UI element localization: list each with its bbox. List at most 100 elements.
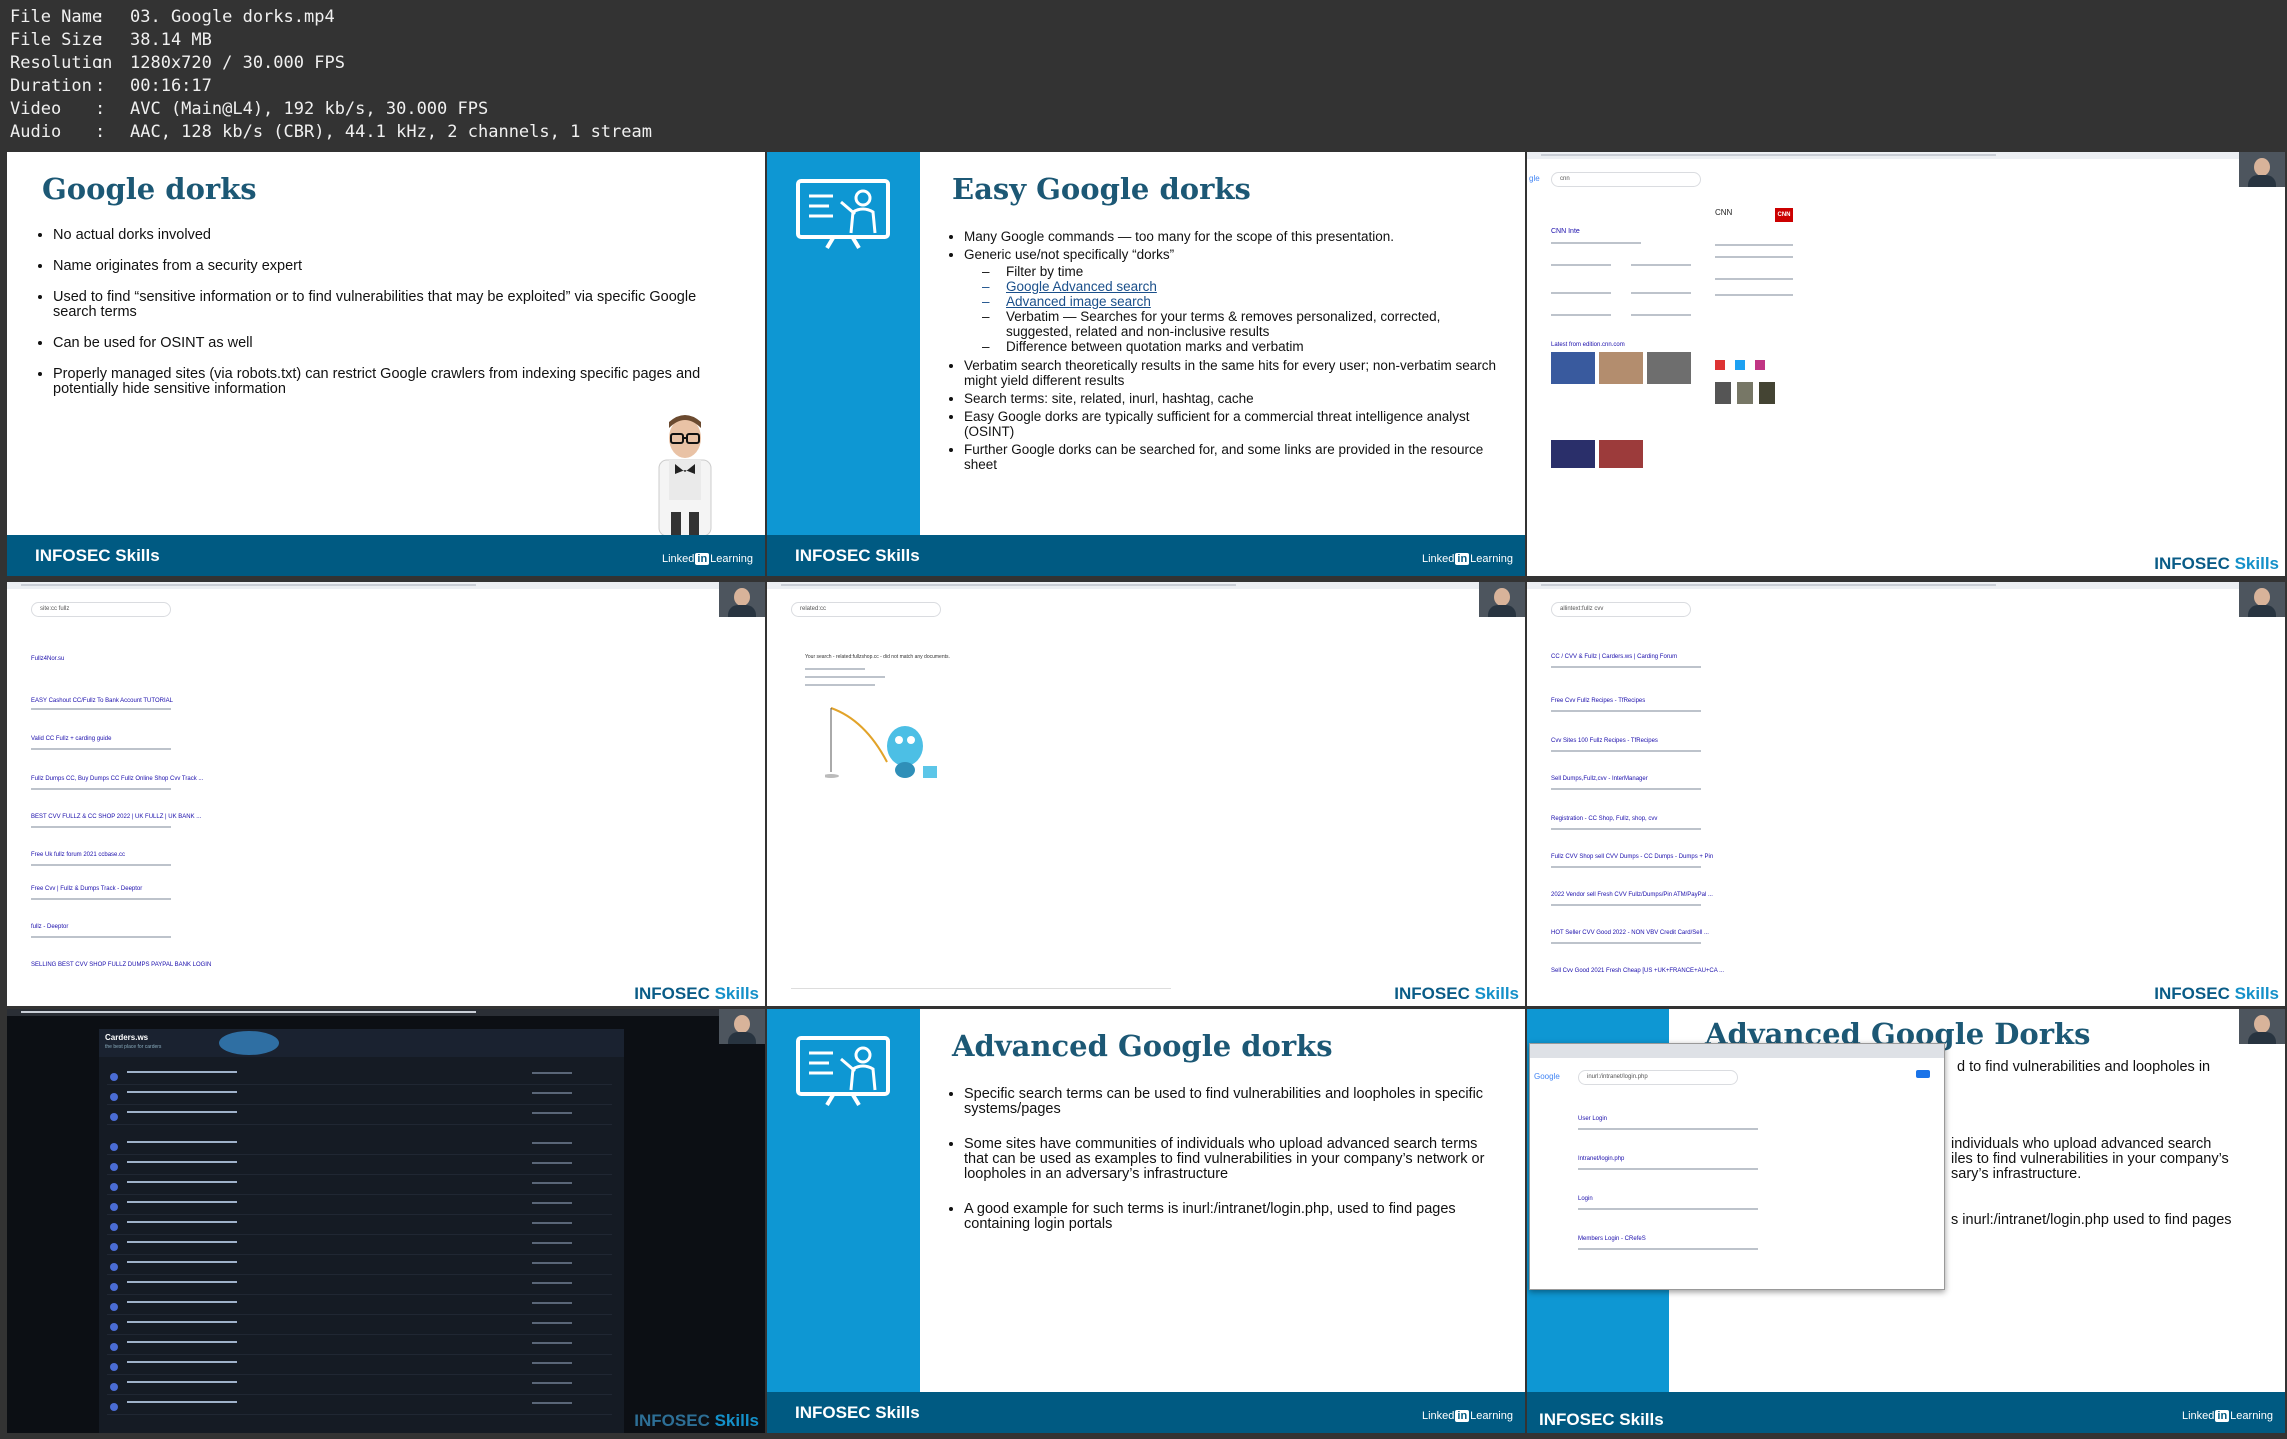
browser-address-bar — [7, 1009, 765, 1016]
slide-title: Advanced Google dorks — [952, 1029, 1333, 1063]
slide-text-fragments: individuals who upload advanced search i… — [1951, 1137, 2281, 1182]
site-title: Carders.ws — [105, 1033, 149, 1042]
result-title[interactable]: Valid CC Fullz + carding guide — [31, 736, 111, 742]
thumbnail-slide-advanced-google-dorks[interactable]: Advanced Google dorks Specific search te… — [767, 1009, 1525, 1433]
result-title[interactable]: Registration - CC Shop, Fullz, shop, cvv — [1551, 816, 1657, 822]
thumbnail-slide-easy-google-dorks[interactable]: Easy Google dorks Many Google commands —… — [767, 152, 1525, 576]
advanced-image-search-link[interactable]: Advanced image search — [982, 294, 1497, 309]
search-input[interactable]: site:cc fullz — [31, 602, 171, 617]
sub-bullet: Filter by time — [982, 264, 1497, 279]
presenter-webcam — [719, 1009, 765, 1044]
browser-window-overlay: Google inurl:/intranet/login.php User Lo… — [1529, 1043, 1945, 1290]
bullet: Can be used for OSINT as well — [53, 336, 741, 351]
info-value: AAC, 128 kb/s (CBR), 44.1 kHz, 2 channel… — [130, 122, 652, 142]
bullet: Further Google dorks can be searched for… — [964, 442, 1497, 472]
bullet: Some sites have communities of individua… — [964, 1137, 1497, 1182]
info-value: 03. Google dorks.mp4 — [130, 7, 335, 27]
info-key: Video — [10, 99, 62, 119]
fragment: sary’s infrastructure. — [1951, 1166, 2082, 1182]
google-advanced-search-link[interactable]: Google Advanced search — [982, 279, 1497, 294]
result-title[interactable]: Sell Cvv Good 2021 Fresh Cheap [US +UK+F… — [1551, 968, 1724, 974]
thumbnail-cnn-google-search[interactable]: gle cnn CNN Inte Latest from edition.cnn… — [1527, 152, 2285, 576]
thumbnail-no-results-search[interactable]: related:cc Your search - related:fullzsh… — [767, 582, 1525, 1006]
slide-bullets: Specific search terms can be used to fin… — [952, 1087, 1497, 1241]
search-input[interactable]: related:cc — [791, 602, 941, 617]
sign-in-button[interactable] — [1916, 1070, 1930, 1078]
slide-title: Easy Google dorks — [952, 172, 1251, 206]
result-title[interactable]: SELLING BEST CVV SHOP FULLZ DUMPS PAYPAL… — [31, 962, 211, 968]
infosec-skills-logo: INFOSEC Skills — [795, 546, 920, 565]
fragment: iles to find vulnerabilities in your com… — [1951, 1151, 2229, 1167]
info-value: 1280x720 / 30.000 FPS — [130, 53, 345, 73]
search-input[interactable]: inurl:/intranet/login.php — [1578, 1070, 1738, 1085]
presenter-webcam — [2239, 582, 2285, 617]
result-title[interactable]: Latest from edition.cnn.com — [1551, 342, 1625, 348]
result-title[interactable]: fullz - Deeptor — [31, 924, 68, 930]
thumbnail-carders-forum[interactable]: Carders.ws the best place for carders IN… — [7, 1009, 765, 1433]
bullet: Many Google commands — too many for the … — [964, 229, 1497, 244]
slide-sidebar — [767, 1009, 920, 1433]
result-title[interactable]: EASY Cashout CC/Fullz To Bank Account TU… — [31, 698, 173, 704]
thumbnail-slide-advanced-dorks-demo[interactable]: Advanced Google Dorks d to find vulnerab… — [1527, 1009, 2285, 1433]
thumbnail-allintext-search[interactable]: allintext:fullz cvv CC / CVV & Fullz | C… — [1527, 582, 2285, 1006]
thumbnail-fullz-google-search[interactable]: site:cc fullz Fullz4Nor.su EASY Cashout … — [7, 582, 765, 1006]
result-title[interactable]: Members Login - CRefeS — [1578, 1236, 1646, 1242]
bullet: Specific search terms can be used to fin… — [964, 1087, 1497, 1117]
linkedin-learning-logo: Linked in Learning — [661, 553, 753, 565]
google-logo: gle — [1529, 174, 1540, 183]
result-title[interactable]: BEST CVV FULLZ & CC SHOP 2022 | UK FULLZ… — [31, 814, 201, 820]
sub-bullet: Verbatim — Searches for your terms & rem… — [982, 309, 1497, 339]
result-title[interactable]: Sell Dumps,Fullz,cvv - InterManager — [1551, 776, 1648, 782]
result-title[interactable]: User Login — [1578, 1116, 1607, 1122]
result-title[interactable]: Fullz CVV Shop sell CVV Dumps - CC Dumps… — [1551, 854, 1713, 860]
result-title[interactable]: Login — [1578, 1196, 1593, 1202]
media-info-row: Resolution:1280x720 / 30.000 FPS — [10, 53, 345, 73]
result-title[interactable]: Fullz4Nor.su — [31, 656, 64, 662]
result-title[interactable]: Intranet/login.php — [1578, 1156, 1624, 1162]
bullet: Easy Google dorks are typically sufficie… — [964, 409, 1497, 439]
slide-title: Google dorks — [42, 172, 257, 206]
no-results-message: Your search - related:fullzshop.cc - did… — [805, 654, 950, 660]
site-tagline: the best place for carders — [105, 1044, 162, 1050]
info-key: File Name — [10, 7, 103, 27]
bullet: Name originates from a security expert — [53, 259, 741, 274]
thumbnail-slide-google-dorks[interactable]: Google dorks No actual dorks involved Na… — [7, 152, 765, 576]
knowledge-panel-title: CNN — [1715, 208, 1733, 217]
result-title[interactable]: CC / CVV & Fullz | Carders.ws | Carding … — [1551, 654, 1677, 660]
result-title[interactable]: 2022 Vendor sell Fresh CVV Fullz/Dumps/P… — [1551, 892, 1713, 898]
monitor-presentation-icon — [796, 179, 890, 250]
infosec-skills-watermark: INFOSEC Skills — [634, 1411, 759, 1430]
forum-page: Carders.ws the best place for carders — [99, 1029, 624, 1433]
forum-banner-logo — [219, 1031, 279, 1055]
result-title[interactable]: HOT Seller CVV Good 2022 - NON VBV Credi… — [1551, 930, 1709, 936]
slide-footer: INFOSEC Skills Linked in Learning — [767, 1392, 1525, 1433]
sub-bullets: Filter by time Google Advanced search Ad… — [964, 264, 1497, 354]
bullet: No actual dorks involved — [53, 228, 741, 243]
presenter-webcam — [1479, 582, 1525, 617]
media-info-row: Video: AVC (Main@L4), 192 kb/s, 30.000 FP… — [10, 99, 489, 119]
result-title[interactable]: Free Cvv | Fullz & Dumps Track - Deeptor — [31, 886, 142, 892]
info-key: Audio — [10, 122, 62, 142]
infosec-skills-watermark: INFOSEC Skills — [634, 984, 759, 1003]
bullet: Verbatim search theoretically results in… — [964, 358, 1497, 388]
info-key: File Size — [10, 30, 103, 50]
bullet: Generic use/not specifically “dorks” Fil… — [964, 247, 1497, 354]
infosec-skills-watermark: INFOSEC Skills — [2154, 554, 2279, 573]
browser-address-bar — [767, 582, 1525, 589]
search-input[interactable]: cnn — [1551, 172, 1701, 187]
infosec-skills-logo: INFOSEC Skills — [35, 546, 160, 565]
slide-sidebar — [767, 152, 920, 576]
search-input[interactable]: allintext:fullz cvv — [1551, 602, 1691, 617]
slide-text-fragment: d to find vulnerabilities and loopholes … — [1957, 1059, 2211, 1075]
info-value: 00:16:17 — [130, 76, 212, 96]
browser-address-bar — [7, 582, 765, 589]
result-title[interactable]: Free Uk fullz forum 2021 ccbase.cc — [31, 852, 125, 858]
result-title[interactable]: Free Cvv Fullz Recipes - TfRecipes — [1551, 698, 1645, 704]
infosec-skills-watermark: INFOSEC Skills — [1394, 984, 1519, 1003]
result-title[interactable]: Fullz Dumps CC, Buy Dumps CC Fullz Onlin… — [31, 776, 203, 782]
presenter-webcam — [2239, 1009, 2285, 1044]
slide-footer: INFOSEC Skills Linked in Learning — [7, 535, 765, 576]
media-info-row: Audio: AAC, 128 kb/s (CBR), 44.1 kHz, 2 c… — [10, 122, 652, 142]
result-title[interactable]: CNN Inte — [1551, 228, 1580, 235]
result-title[interactable]: Cvv Sites 100 Fullz Recipes - TfRecipes — [1551, 738, 1658, 744]
